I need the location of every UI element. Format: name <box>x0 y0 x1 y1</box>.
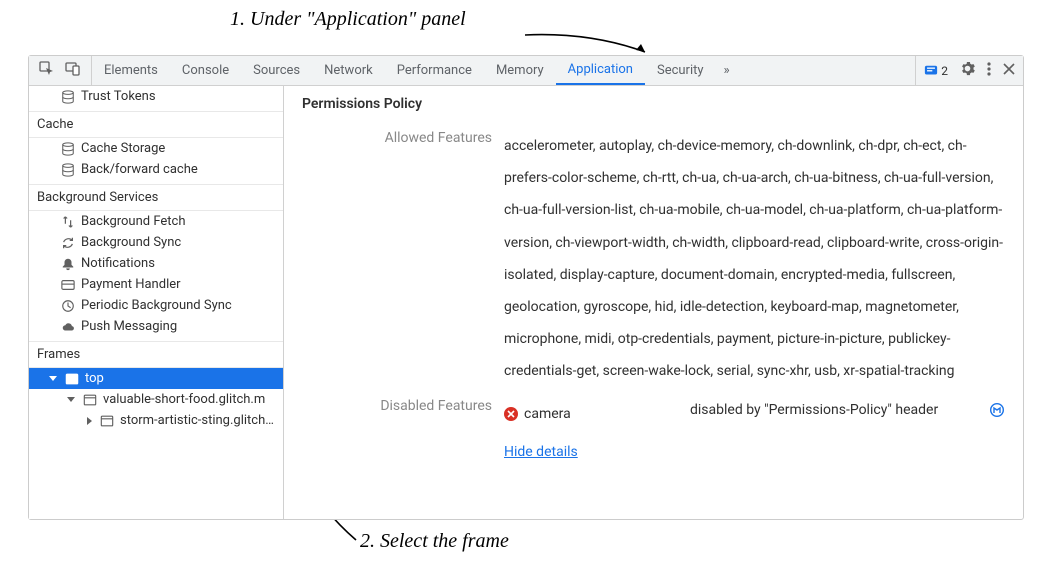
cloud-icon <box>61 320 75 334</box>
error-icon <box>504 407 518 421</box>
sidebar-group-background-services[interactable]: Background Services <box>29 184 283 211</box>
tree-collapse-icon[interactable] <box>87 417 92 425</box>
sidebar-item-label: storm-artistic-sting.glitch.m <box>120 413 275 428</box>
tab-console[interactable]: Console <box>170 56 241 85</box>
allowed-features-label: Allowed Features <box>302 130 492 146</box>
sidebar-group-cache[interactable]: Cache <box>29 111 283 138</box>
sidebar-item-push-messaging[interactable]: Push Messaging <box>29 316 283 337</box>
database-icon <box>61 90 75 104</box>
sidebar-item-frame-child-2[interactable]: storm-artistic-sting.glitch.m <box>29 410 283 431</box>
sidebar-item-label: Push Messaging <box>81 319 177 334</box>
sidebar-item-background-sync[interactable]: Background Sync <box>29 232 283 253</box>
sidebar-group-frames[interactable]: Frames <box>29 341 283 368</box>
fetch-icon <box>61 215 75 229</box>
issues-count: 2 <box>941 64 948 78</box>
sidebar-item-label: Back/forward cache <box>81 162 198 177</box>
window-icon <box>65 372 79 386</box>
issues-button[interactable]: 2 <box>924 64 948 78</box>
gear-icon[interactable] <box>960 61 975 80</box>
sidebar-item-frame-child-1[interactable]: valuable-short-food.glitch.m <box>29 389 283 410</box>
feature-name: camera <box>524 398 571 430</box>
credit-card-icon <box>61 278 75 292</box>
allowed-features-value: accelerometer, autoplay, ch-device-memor… <box>504 130 1005 388</box>
sidebar-item-label: top <box>85 371 104 386</box>
clock-icon <box>61 299 75 313</box>
tab-security[interactable]: Security <box>645 56 716 85</box>
database-icon <box>61 142 75 156</box>
sidebar-item-notifications[interactable]: Notifications <box>29 253 283 274</box>
annotation-note-2: 2. Select the frame <box>360 530 509 553</box>
devtools-tabbar: Elements Console Sources Network Perform… <box>29 56 1023 86</box>
database-icon <box>61 163 75 177</box>
reveal-request-icon[interactable] <box>989 398 1005 430</box>
tab-memory[interactable]: Memory <box>484 56 556 85</box>
sidebar-item-payment-handler[interactable]: Payment Handler <box>29 274 283 295</box>
tree-expand-icon[interactable] <box>67 397 75 402</box>
tab-network[interactable]: Network <box>312 56 385 85</box>
tree-expand-icon[interactable] <box>49 376 57 381</box>
inspect-icon[interactable] <box>39 61 55 81</box>
tab-performance[interactable]: Performance <box>385 56 484 85</box>
sidebar-item-label: valuable-short-food.glitch.m <box>103 392 265 407</box>
hide-details-link[interactable]: Hide details <box>504 436 578 468</box>
sidebar-item-back-forward-cache[interactable]: Back/forward cache <box>29 159 283 180</box>
tab-application[interactable]: Application <box>556 56 645 85</box>
sidebar-item-label: Cache Storage <box>81 141 165 156</box>
permissions-policy-panel: Permissions Policy Allowed Features acce… <box>284 86 1023 519</box>
tab-elements[interactable]: Elements <box>92 56 170 85</box>
device-toggle-icon[interactable] <box>65 61 81 81</box>
sidebar-item-periodic-background-sync[interactable]: Periodic Background Sync <box>29 295 283 316</box>
disabled-feature-row: camera disabled by "Permissions-Policy" … <box>504 398 1005 430</box>
close-icon[interactable] <box>1003 63 1015 79</box>
annotation-note-1: 1. Under "Application" panel <box>230 8 466 31</box>
tab-sources[interactable]: Sources <box>241 56 312 85</box>
sidebar-item-background-fetch[interactable]: Background Fetch <box>29 211 283 232</box>
frame-icon <box>100 414 114 428</box>
frame-icon <box>83 393 97 407</box>
kebab-menu-icon[interactable] <box>987 62 991 80</box>
application-sidebar: Trust Tokens Cache Cache Storage Back/fo… <box>29 86 284 519</box>
sidebar-item-frame-top[interactable]: top <box>29 368 283 389</box>
disabled-reason: disabled by "Permissions-Policy" header <box>690 398 981 423</box>
disabled-features-label: Disabled Features <box>302 398 492 414</box>
sidebar-item-label: Periodic Background Sync <box>81 298 232 313</box>
sidebar-item-label: Payment Handler <box>81 277 181 292</box>
sidebar-item-label: Trust Tokens <box>81 89 156 104</box>
bell-icon <box>61 257 75 271</box>
panel-title: Permissions Policy <box>302 96 1005 112</box>
sidebar-item-label: Background Fetch <box>81 214 186 229</box>
sidebar-item-cache-storage[interactable]: Cache Storage <box>29 138 283 159</box>
devtools-panel: Elements Console Sources Network Perform… <box>28 55 1024 520</box>
sidebar-item-label: Background Sync <box>81 235 181 250</box>
sync-icon <box>61 236 75 250</box>
sidebar-item-trust-tokens[interactable]: Trust Tokens <box>29 86 283 107</box>
sidebar-item-label: Notifications <box>81 256 155 271</box>
tab-overflow[interactable]: » <box>716 56 738 85</box>
